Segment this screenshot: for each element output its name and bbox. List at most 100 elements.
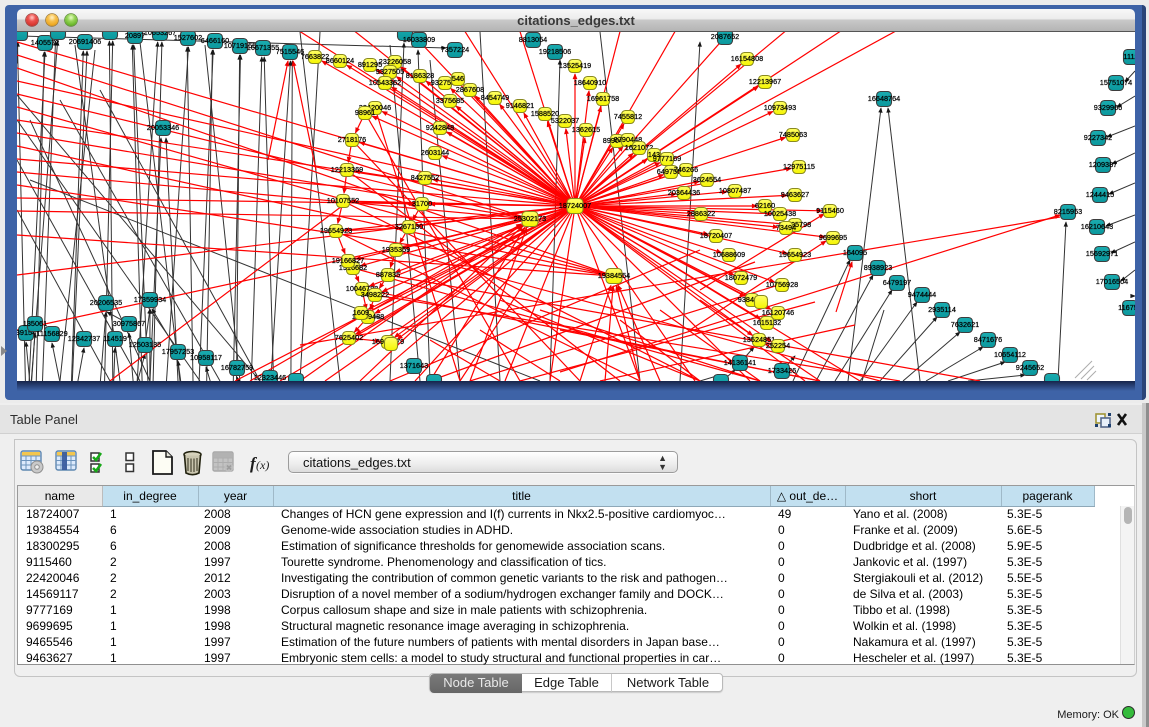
svg-text:31700: 31700 xyxy=(412,199,432,208)
svg-text:10756928: 10756928 xyxy=(766,280,798,289)
svg-text:19384554: 19384554 xyxy=(598,271,630,280)
svg-text:9463627: 9463627 xyxy=(781,190,809,199)
svg-text:16782759: 16782759 xyxy=(221,363,253,372)
svg-text:10807487: 10807487 xyxy=(719,186,751,195)
svg-text:9699695: 9699695 xyxy=(819,233,847,242)
svg-text:2886322: 2886322 xyxy=(687,209,715,218)
svg-text:1935359: 1935359 xyxy=(382,245,410,254)
svg-text:20691406: 20691406 xyxy=(69,37,101,46)
svg-text:18724007: 18724007 xyxy=(559,201,591,210)
svg-text:2935114: 2935114 xyxy=(928,305,956,314)
svg-text:73494: 73494 xyxy=(776,223,796,232)
svg-text:135061: 135061 xyxy=(23,319,47,328)
svg-text:17016504: 17016504 xyxy=(1096,277,1128,286)
svg-text:16671355: 16671355 xyxy=(247,43,279,52)
svg-text:1209387: 1209387 xyxy=(1089,160,1117,169)
svg-text:3498222: 3498222 xyxy=(361,290,389,299)
svg-text:8471676: 8471676 xyxy=(974,335,1002,344)
svg-text:20206535: 20206535 xyxy=(90,298,122,307)
svg-text:7357224: 7357224 xyxy=(441,45,469,54)
svg-text:19654923: 19654923 xyxy=(320,226,352,235)
svg-text:10958117: 10958117 xyxy=(190,353,222,362)
svg-text:2603144: 2603144 xyxy=(421,148,449,157)
svg-text:116753: 116753 xyxy=(1118,303,1135,312)
svg-text:8938923: 8938923 xyxy=(864,263,892,272)
svg-text:8215953: 8215953 xyxy=(1054,207,1082,216)
svg-text:252254: 252254 xyxy=(766,341,790,350)
svg-text:10653267: 10653267 xyxy=(144,32,176,37)
svg-text:9115460: 9115460 xyxy=(816,206,844,215)
svg-text:1615132: 1615132 xyxy=(753,318,781,327)
svg-text:19654923: 19654923 xyxy=(779,250,811,259)
svg-text:23226058: 23226058 xyxy=(379,57,411,66)
svg-text:9327505: 9327505 xyxy=(376,67,404,76)
svg-text:8813054: 8813054 xyxy=(519,35,547,44)
svg-text:16210643: 16210643 xyxy=(1081,222,1113,231)
svg-text:18720407: 18720407 xyxy=(700,231,732,240)
svg-text:9777169: 9777169 xyxy=(653,154,681,163)
svg-text:18072479: 18072479 xyxy=(725,273,757,282)
svg-text:746266: 746266 xyxy=(674,165,698,174)
svg-text:10107552: 10107552 xyxy=(327,196,359,205)
svg-text:20897: 20897 xyxy=(125,32,145,40)
svg-text:19166827: 19166827 xyxy=(332,256,364,265)
svg-text:16120746: 16120746 xyxy=(762,308,794,317)
svg-text:8427552: 8427552 xyxy=(411,173,439,182)
svg-text:15751074: 15751074 xyxy=(1100,78,1132,87)
svg-text:3375685: 3375685 xyxy=(436,96,464,105)
svg-text:887835: 887835 xyxy=(376,270,400,279)
svg-text:1362615: 1362615 xyxy=(572,125,600,134)
svg-text:(x): (x) xyxy=(256,458,269,472)
svg-text:15692971: 15692971 xyxy=(1086,249,1118,258)
svg-text:98961: 98961 xyxy=(355,108,375,117)
svg-text:9245652: 9245652 xyxy=(1016,363,1044,372)
svg-text:12323446: 12323446 xyxy=(254,373,286,381)
svg-text:12975115: 12975115 xyxy=(783,162,815,171)
svg-text:16033809: 16033809 xyxy=(403,35,435,44)
svg-text:11156829: 11156829 xyxy=(36,329,67,338)
svg-text:3267130: 3267130 xyxy=(395,222,423,231)
svg-text:17359934: 17359934 xyxy=(134,295,166,304)
svg-text:20364436: 20364436 xyxy=(668,188,700,197)
svg-text:12342737: 12342737 xyxy=(68,334,100,343)
svg-text:10025438: 10025438 xyxy=(764,209,796,218)
svg-text:9474444: 9474444 xyxy=(908,290,936,299)
svg-text:20053346: 20053346 xyxy=(147,123,179,132)
svg-text:12503135: 12503135 xyxy=(129,340,161,349)
svg-text:16648764: 16648764 xyxy=(868,94,900,103)
svg-text:6479197: 6479197 xyxy=(883,278,911,287)
svg-text:3624554: 3624554 xyxy=(693,175,721,184)
svg-text:1244415: 1244415 xyxy=(1086,190,1114,199)
svg-text:16154808: 16154808 xyxy=(731,54,763,63)
svg-text:9242848: 9242848 xyxy=(426,123,454,132)
svg-text:1527602: 1527602 xyxy=(174,33,202,42)
svg-text:8660124: 8660124 xyxy=(326,56,354,65)
svg-text:13525419: 13525419 xyxy=(559,61,591,70)
svg-text:16961758: 16961758 xyxy=(587,94,619,103)
svg-text:14136141: 14136141 xyxy=(724,358,756,367)
svg-text:1609: 1609 xyxy=(353,308,369,317)
svg-text:7625402: 7625402 xyxy=(335,333,363,342)
svg-text:12213967: 12213967 xyxy=(749,77,781,86)
svg-text:10543362: 10543362 xyxy=(369,78,401,87)
svg-text:25302173: 25302173 xyxy=(514,214,546,223)
svg-text:10973493: 10973493 xyxy=(764,103,796,112)
svg-text:2087652: 2087652 xyxy=(711,32,739,41)
svg-text:1112: 1112 xyxy=(1123,52,1135,61)
svg-text:18640910: 18640910 xyxy=(574,78,606,87)
svg-text:5322037: 5322037 xyxy=(551,116,579,125)
svg-text:10688609: 10688609 xyxy=(713,250,745,259)
svg-text:19218506: 19218506 xyxy=(539,47,571,56)
svg-text:9227342: 9227342 xyxy=(1084,133,1112,142)
svg-text:7632621: 7632621 xyxy=(951,320,979,329)
svg-text:12213369: 12213369 xyxy=(331,165,363,174)
svg-text:7455812: 7455812 xyxy=(614,112,642,121)
svg-text:1733426: 1733426 xyxy=(768,366,796,375)
svg-text:114519: 114519 xyxy=(103,334,127,343)
svg-text:9329966: 9329966 xyxy=(1094,103,1122,112)
svg-text:30975867: 30975867 xyxy=(113,319,145,328)
svg-text:546: 546 xyxy=(452,74,464,83)
svg-text:2718176: 2718176 xyxy=(338,135,366,144)
svg-text:164095: 164095 xyxy=(843,248,867,257)
svg-text:10654112: 10654112 xyxy=(994,350,1026,359)
